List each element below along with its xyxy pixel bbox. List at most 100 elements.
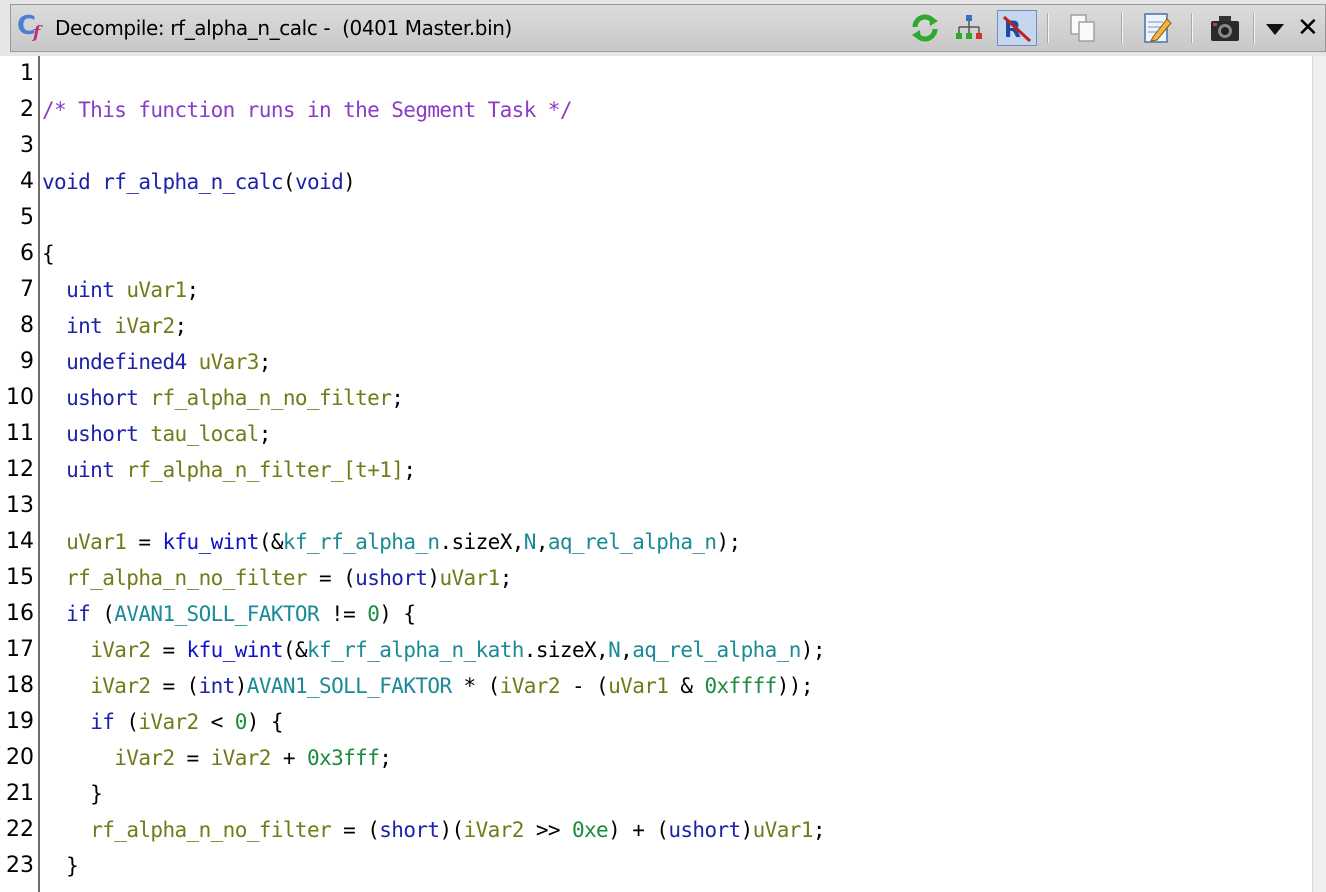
- function-name[interactable]: rf_alpha_n_calc: [102, 170, 283, 194]
- var-type[interactable]: uint: [66, 278, 115, 302]
- local-variable[interactable]: iVar2: [90, 638, 151, 662]
- line-number: 22: [6, 817, 34, 842]
- local-variable[interactable]: uVar1: [66, 530, 127, 554]
- local-variable[interactable]: iVar2: [90, 674, 151, 698]
- toggle-highlight-button[interactable]: R: [997, 10, 1037, 46]
- local-variable[interactable]: iVar2: [114, 314, 175, 338]
- line-number: 1: [20, 61, 34, 86]
- edit-icon[interactable]: [1139, 10, 1175, 46]
- global-variable[interactable]: AVAN1_SOLL_FAKTOR: [114, 602, 319, 626]
- var-type[interactable]: ushort: [66, 422, 139, 446]
- cast-type[interactable]: int: [199, 674, 236, 698]
- number[interactable]: 0: [367, 602, 380, 626]
- var-type[interactable]: int: [66, 314, 103, 338]
- line-number: 21: [6, 781, 34, 806]
- line-number: 4: [20, 169, 34, 194]
- toggle-highlight-icon: R: [1002, 15, 1032, 43]
- toolbar-separator: [1191, 13, 1193, 43]
- copy-icon[interactable]: [1065, 10, 1101, 46]
- refresh-icon[interactable]: [907, 10, 943, 46]
- line-number: 11: [6, 421, 34, 446]
- close-icon[interactable]: ✕: [1297, 10, 1319, 46]
- line-number: 8: [20, 313, 34, 338]
- local-variable[interactable]: uVar1: [753, 818, 814, 842]
- window-title: Decompile: rf_alpha_n_calc - (0401 Maste…: [55, 16, 512, 40]
- decompiled-code-area[interactable]: /* This function runs in the Segment Tas…: [40, 56, 1312, 892]
- local-variable[interactable]: iVar2: [211, 746, 272, 770]
- function-call[interactable]: kfu_wint: [162, 530, 259, 554]
- code-line: iVar2 = kfu_wint(&kf_rf_alpha_n_kath.siz…: [90, 638, 825, 662]
- line-number: 17: [6, 637, 34, 662]
- local-variable[interactable]: tau_local: [150, 422, 259, 446]
- global-variable[interactable]: kf_rf_alpha_n: [283, 530, 440, 554]
- param-type[interactable]: void: [295, 170, 344, 194]
- local-variable[interactable]: uVar1: [439, 566, 500, 590]
- local-variable[interactable]: rf_alpha_n_filter_[t+1]: [126, 458, 404, 482]
- global-variable[interactable]: aq_rel_alpha_n: [632, 638, 801, 662]
- line-number: 9: [20, 349, 34, 374]
- line-number: 5: [20, 205, 34, 230]
- line-number: 3: [20, 133, 34, 158]
- toolbar-separator: [1121, 13, 1123, 43]
- line-number: 6: [20, 241, 34, 266]
- line-number: 18: [6, 673, 34, 698]
- local-variable[interactable]: uVar1: [126, 278, 187, 302]
- toolbar-separator: [1253, 13, 1255, 43]
- local-variable[interactable]: iVar2: [138, 710, 199, 734]
- code-line: ushort rf_alpha_n_no_filter;: [66, 386, 404, 410]
- line-number: 10: [6, 385, 34, 410]
- code-line: iVar2 = (int)AVAN1_SOLL_FAKTOR * (iVar2 …: [90, 674, 813, 698]
- title-bar-panel: Cf Decompile: rf_alpha_n_calc - (0401 Ma…: [10, 4, 1326, 52]
- keyword[interactable]: if: [66, 602, 91, 626]
- local-variable[interactable]: rf_alpha_n_no_filter: [150, 386, 391, 410]
- code-line: /* This function runs in the Segment Tas…: [42, 92, 573, 128]
- number[interactable]: 0: [235, 710, 248, 734]
- global-variable[interactable]: N: [608, 638, 621, 662]
- code-line: ushort tau_local;: [66, 422, 271, 446]
- local-variable[interactable]: rf_alpha_n_no_filter: [66, 566, 307, 590]
- cast-type[interactable]: ushort: [355, 566, 428, 590]
- return-type[interactable]: void: [42, 170, 91, 194]
- toolbar-separator: [1047, 13, 1049, 43]
- keyword[interactable]: if: [90, 710, 115, 734]
- line-number: 16: [6, 601, 34, 626]
- cast-type[interactable]: short: [379, 818, 440, 842]
- decompiler-title-bar: Cf Decompile: rf_alpha_n_calc - (0401 Ma…: [0, 0, 1326, 56]
- var-type[interactable]: ushort: [66, 386, 139, 410]
- local-variable[interactable]: iVar2: [500, 674, 561, 698]
- line-number: 12: [6, 457, 34, 482]
- global-variable[interactable]: kf_rf_alpha_n_kath: [307, 638, 524, 662]
- field[interactable]: sizeX: [452, 530, 513, 554]
- menu-dropdown-icon[interactable]: [1263, 10, 1287, 46]
- code-line: rf_alpha_n_no_filter = (ushort)uVar1;: [66, 566, 512, 590]
- number[interactable]: 0x3fff: [307, 746, 380, 770]
- global-variable[interactable]: aq_rel_alpha_n: [548, 530, 717, 554]
- function-call[interactable]: kfu_wint: [187, 638, 284, 662]
- line-number: 7: [20, 277, 34, 302]
- cast-type[interactable]: ushort: [668, 818, 741, 842]
- var-type[interactable]: uint: [66, 458, 115, 482]
- snapshot-icon[interactable]: [1207, 10, 1243, 46]
- var-type[interactable]: undefined4: [66, 350, 187, 374]
- local-variable[interactable]: uVar3: [199, 350, 260, 374]
- line-number: 19: [6, 709, 34, 734]
- code-line: }: [42, 782, 103, 806]
- line-number: 2: [20, 97, 34, 122]
- code-line: }: [42, 854, 79, 878]
- graph-icon[interactable]: [951, 10, 987, 46]
- global-variable[interactable]: N: [524, 530, 537, 554]
- line-number: 15: [6, 565, 34, 590]
- local-variable[interactable]: iVar2: [114, 746, 175, 770]
- code-line: rf_alpha_n_no_filter = (short)(iVar2 >> …: [90, 818, 825, 842]
- field[interactable]: sizeX: [536, 638, 597, 662]
- local-variable[interactable]: rf_alpha_n_no_filter: [90, 818, 331, 842]
- code-line: void rf_alpha_n_calc(void): [42, 170, 356, 194]
- number[interactable]: 0xffff: [704, 674, 777, 698]
- vertical-scrollbar[interactable]: [1312, 56, 1326, 892]
- number[interactable]: 0xe: [572, 818, 609, 842]
- local-variable[interactable]: uVar1: [608, 674, 669, 698]
- global-variable[interactable]: AVAN1_SOLL_FAKTOR: [247, 674, 452, 698]
- code-line: iVar2 = iVar2 + 0x3fff;: [114, 746, 392, 770]
- local-variable[interactable]: iVar2: [464, 818, 525, 842]
- line-number-gutter: 1 2 3 4 5 6 7 8 9 10 11 12 13 14 15 16 1…: [0, 56, 40, 892]
